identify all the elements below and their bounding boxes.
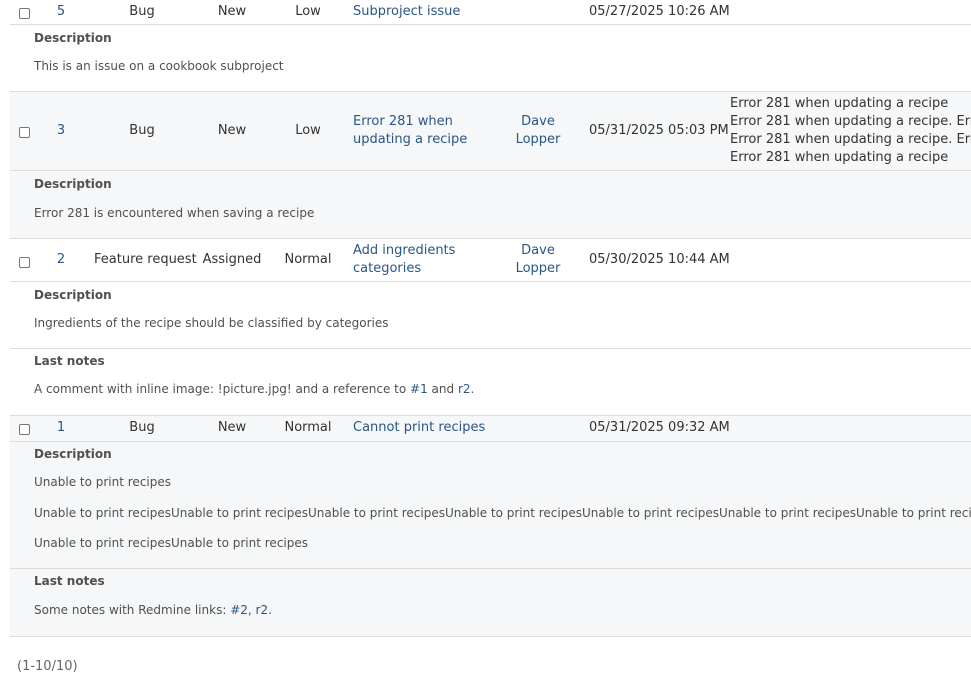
description-text: Ingredients of the recipe should be clas… (34, 316, 389, 330)
issue-status: New (217, 123, 247, 138)
issue-subject-link[interactable]: updating a recipe (353, 131, 467, 149)
issue-priority: Low (295, 4, 321, 19)
notes-label: Last notes (34, 354, 105, 368)
issue-priority: Normal (284, 420, 332, 435)
description-text: Error 281 is encountered when saving a r… (34, 206, 315, 220)
issue-priority: Normal (284, 252, 332, 267)
issue-reference-link[interactable]: #1 (410, 382, 428, 396)
row-checkbox[interactable] (19, 424, 30, 435)
issue-description-block: Description This is an issue on a cookbo… (10, 25, 971, 91)
issue-updated: 05/31/2025 05:03 PM (589, 123, 729, 138)
issue-subject-link[interactable]: Add ingredients (353, 242, 455, 260)
issue-notes-block: Last notes A comment with inline image: … (10, 349, 971, 415)
issue-status: New (217, 420, 247, 435)
issue-description-block: Description Error 281 is encountered whe… (10, 171, 971, 238)
issue-tracker: Bug (129, 4, 155, 19)
issue-id-link[interactable]: 5 (50, 3, 72, 21)
revision-reference-link[interactable]: r2 (458, 382, 471, 396)
notes-text-middle: , (247, 603, 256, 617)
extra-line: Error 281 when updating a recipe. Error (730, 114, 971, 129)
pagination-count: (1-10/10) (17, 659, 78, 674)
issue-id-link[interactable]: 2 (50, 251, 72, 269)
issue-updated: 05/31/2025 09:32 AM (589, 420, 730, 435)
issue-id-link[interactable]: 1 (50, 419, 72, 437)
issue-updated: 05/30/2025 10:44 AM (589, 252, 730, 267)
issue-assignee-link[interactable]: Lopper (510, 131, 566, 149)
description-label: Description (34, 447, 112, 461)
issue-subject-link[interactable]: Subproject issue (353, 3, 460, 21)
issue-assignee-link[interactable]: Dave (510, 242, 566, 260)
issue-status: New (217, 4, 247, 19)
row-checkbox[interactable] (19, 8, 30, 19)
description-label: Description (34, 177, 112, 191)
notes-text-after: . (470, 382, 475, 396)
row-divider (10, 636, 971, 637)
notes-label: Last notes (34, 574, 105, 588)
extra-line: Error 281 when updating a recipe (730, 150, 949, 165)
issue-description-block: Description Unable to print recipes Unab… (10, 442, 971, 568)
issue-assignee-link[interactable]: Lopper (510, 260, 566, 278)
table-row[interactable]: 2 Feature request Assigned Normal Add in… (10, 239, 971, 281)
issue-subject-link[interactable]: Cannot print recipes (353, 419, 485, 437)
notes-text: A comment with inline image: !picture.jp… (34, 381, 474, 397)
table-row[interactable]: 3 Bug New Low Error 281 when updating a … (10, 92, 971, 170)
notes-text: Some notes with Redmine links: #2, r2. (34, 602, 272, 618)
notes-text-after: . (268, 603, 272, 617)
issue-subject-link[interactable]: categories (353, 260, 421, 278)
notes-text-before: Some notes with Redmine links: (34, 603, 231, 617)
notes-text-before: A comment with inline image: !picture.jp… (34, 382, 411, 396)
issue-status: Assigned (202, 252, 262, 267)
row-checkbox[interactable] (19, 127, 30, 138)
issue-reference-link[interactable]: #2 (230, 603, 248, 617)
table-row[interactable]: 1 Bug New Normal Cannot print recipes 05… (10, 416, 971, 441)
issue-priority: Low (295, 123, 321, 138)
issue-tracker: Bug (129, 420, 155, 435)
issue-extra-column: Error 281 when updating a recipe Error 2… (730, 95, 971, 169)
issue-tracker: Bug (129, 123, 155, 138)
issue-id-link[interactable]: 3 (50, 122, 72, 140)
description-text: Unable to print recipesUnable to print r… (34, 536, 308, 550)
revision-reference-link[interactable]: r2 (256, 603, 269, 617)
issue-description-block: Description Ingredients of the recipe sh… (10, 282, 971, 348)
issue-updated: 05/27/2025 10:26 AM (589, 4, 730, 19)
table-row[interactable]: 5 Bug New Low Subproject issue 05/27/202… (10, 0, 971, 25)
extra-line: Error 281 when updating a recipe (730, 96, 949, 111)
issue-notes-block: Last notes Some notes with Redmine links… (10, 569, 971, 636)
issue-assignee-link[interactable]: Dave (510, 113, 566, 131)
extra-line: Error 281 when updating a recipe. Error (730, 132, 971, 147)
notes-text-middle: and (427, 382, 458, 396)
description-label: Description (34, 288, 112, 302)
description-label: Description (34, 31, 112, 45)
description-text: This is an issue on a cookbook subprojec… (34, 59, 284, 73)
issue-tracker: Feature request (94, 252, 197, 267)
description-text: Unable to print recipesUnable to print r… (34, 506, 971, 520)
row-checkbox[interactable] (19, 257, 30, 268)
issues-list: 5 Bug New Low Subproject issue 05/27/202… (10, 0, 971, 687)
issue-subject-link[interactable]: Error 281 when (353, 113, 453, 131)
description-text: Unable to print recipes (34, 475, 171, 489)
